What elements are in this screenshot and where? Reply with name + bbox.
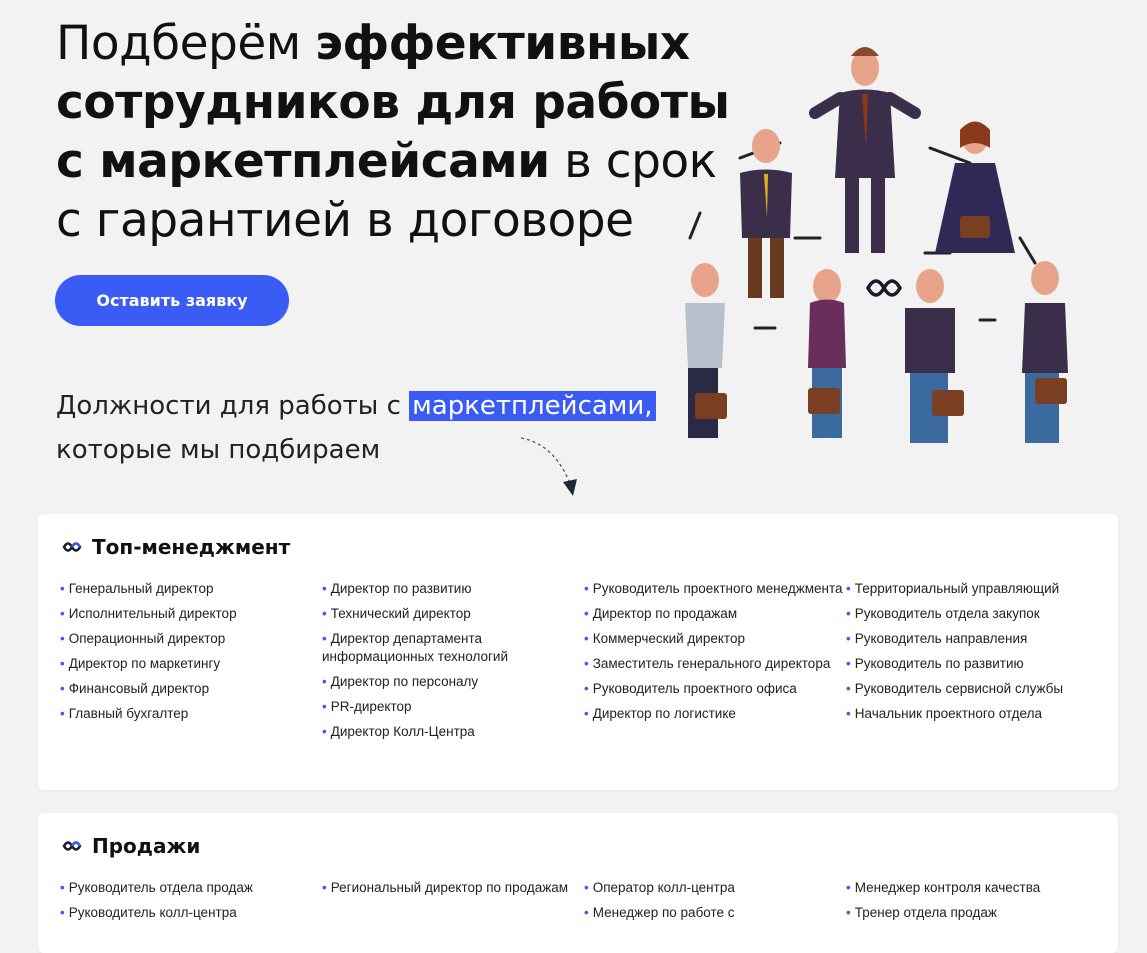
dashed-arrow-icon bbox=[520, 437, 577, 496]
positions-column-2: Региональный директор по продажам bbox=[322, 879, 584, 929]
position-item[interactable]: Оператор колл-центра bbox=[584, 879, 846, 897]
category-card-sales: Продажи Руководитель отдела продаж Руков… bbox=[38, 813, 1118, 953]
position-item[interactable]: Директор по продажам bbox=[584, 605, 846, 623]
position-item[interactable]: Начальник проектного отдела bbox=[846, 705, 1108, 723]
positions-column-4: Территориальный управляющий Руководитель… bbox=[846, 580, 1108, 748]
position-item[interactable]: Руководитель сервисной службы bbox=[846, 680, 1108, 698]
position-item[interactable]: Финансовый директор bbox=[60, 680, 322, 698]
positions-column-2: Директор по развитию Технический директо… bbox=[322, 580, 584, 748]
submit-request-button[interactable]: Оставить заявку bbox=[55, 275, 289, 326]
position-item[interactable]: Директор департамента информационных тех… bbox=[322, 630, 584, 666]
position-item[interactable]: Технический директор bbox=[322, 605, 584, 623]
hero-line-4: с гарантией в договоре bbox=[56, 193, 634, 248]
category-header: Продажи bbox=[60, 834, 200, 858]
position-item[interactable]: Руководитель проектного офиса bbox=[584, 680, 846, 698]
positions-columns: Руководитель отдела продаж Руководитель … bbox=[60, 879, 1108, 929]
position-item[interactable]: Директор Колл-Центра bbox=[322, 723, 584, 741]
positions-column-3: Руководитель проектного менеджмента Дире… bbox=[584, 580, 846, 748]
position-item[interactable]: Менеджер контроля качества bbox=[846, 879, 1108, 897]
positions-column-4: Менеджер контроля качества Тренер отдела… bbox=[846, 879, 1108, 929]
position-item[interactable]: Руководитель направления bbox=[846, 630, 1108, 648]
position-item[interactable]: Коммерческий директор bbox=[584, 630, 846, 648]
top-manager-figure bbox=[809, 47, 921, 253]
position-item[interactable]: Директор по логистике bbox=[584, 705, 846, 723]
position-item[interactable]: Региональный директор по продажам bbox=[322, 879, 584, 897]
infinity-logo-icon bbox=[62, 542, 82, 552]
position-item[interactable]: Руководитель колл-центра bbox=[60, 904, 322, 922]
hero-line-2: сотрудников для работы bbox=[56, 75, 730, 130]
position-item[interactable]: Территориальный управляющий bbox=[846, 580, 1108, 598]
category-title: Продажи bbox=[92, 834, 201, 858]
position-item[interactable]: PR-директор bbox=[322, 698, 584, 716]
position-item[interactable]: Операционный директор bbox=[60, 630, 322, 648]
infinity-logo-icon bbox=[62, 841, 82, 851]
category-title: Топ-менеджмент bbox=[92, 535, 291, 559]
highlight-marketplaces: маркетплейсами, bbox=[409, 391, 656, 421]
position-item[interactable]: Директор по персоналу bbox=[322, 673, 584, 691]
figure-row-bottom bbox=[685, 261, 1068, 443]
position-item[interactable]: Руководитель отдела продаж bbox=[60, 879, 322, 897]
position-item[interactable]: Тренер отдела продаж bbox=[846, 904, 1108, 922]
team-illustration bbox=[685, 47, 1068, 443]
category-header: Топ-менеджмент bbox=[60, 535, 290, 559]
positions-column-3: Оператор колл-центра Менеджер по работе … bbox=[584, 879, 846, 929]
position-item[interactable]: Директор по маркетингу bbox=[60, 655, 322, 673]
position-item[interactable]: Директор по развитию bbox=[322, 580, 584, 598]
position-item[interactable]: Руководитель по развитию bbox=[846, 655, 1108, 673]
positions-column-1: Руководитель отдела продаж Руководитель … bbox=[60, 879, 322, 929]
position-item[interactable]: Руководитель отдела закупок bbox=[846, 605, 1108, 623]
category-card-top-management: Топ-менеджмент Генеральный директор Испо… bbox=[38, 514, 1118, 790]
position-item[interactable]: Руководитель проектного менеджмента bbox=[584, 580, 846, 598]
position-item[interactable]: Заместитель генерального директора bbox=[584, 655, 846, 673]
position-item[interactable]: Генеральный директор bbox=[60, 580, 322, 598]
position-item[interactable]: Исполнительный директор bbox=[60, 605, 322, 623]
positions-columns: Генеральный директор Исполнительный дире… bbox=[60, 580, 1108, 748]
positions-column-1: Генеральный директор Исполнительный дире… bbox=[60, 580, 322, 748]
hero-line-1: Подберём эффективных bbox=[56, 16, 690, 71]
hero-line-3: с маркетплейсами в срок bbox=[56, 134, 717, 189]
infinity-logo-icon bbox=[865, 279, 903, 297]
position-item[interactable]: Менеджер по работе с bbox=[584, 904, 846, 922]
hero-title: Подберём эффективных сотрудников для раб… bbox=[56, 14, 730, 250]
figure-woman-dress bbox=[935, 121, 1015, 253]
position-item[interactable]: Главный бухгалтер bbox=[60, 705, 322, 723]
